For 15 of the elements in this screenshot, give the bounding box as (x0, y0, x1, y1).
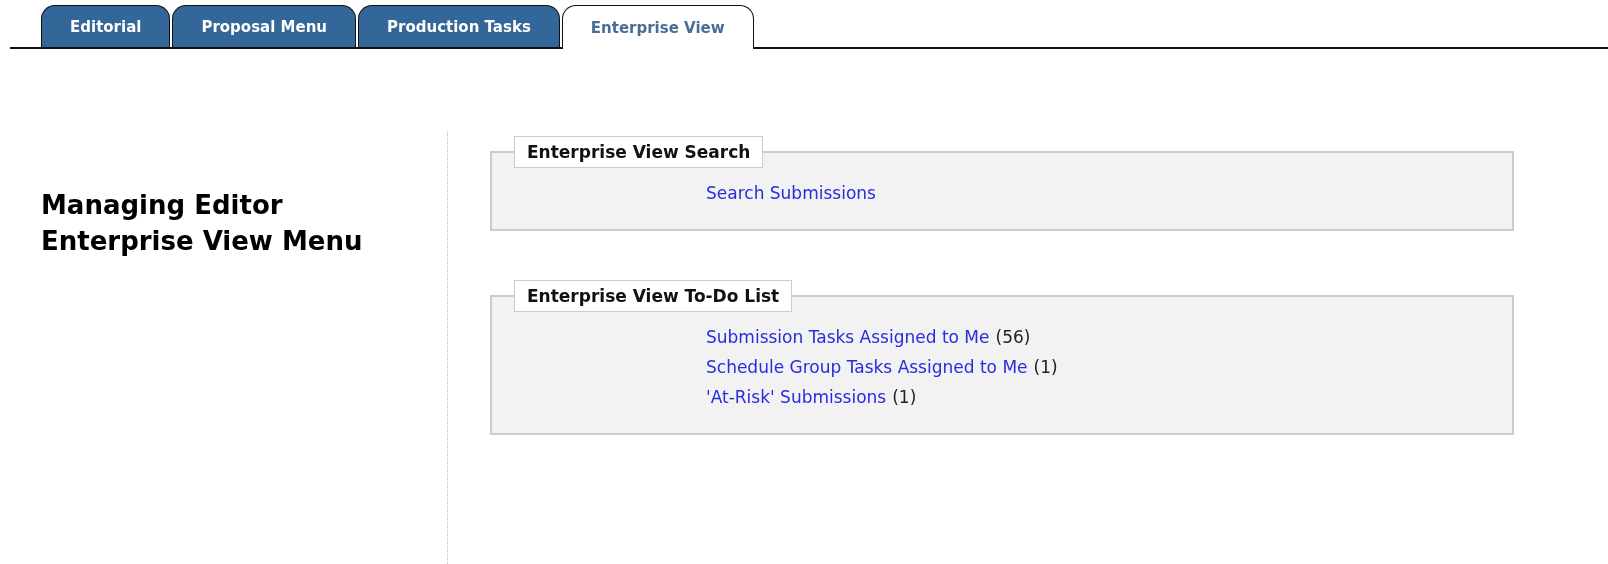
tab[interactable]: Editorial (41, 5, 171, 47)
menu-link[interactable]: Submission Tasks Assigned to Me (706, 327, 990, 347)
section-title: Enterprise View To-Do List (514, 280, 793, 312)
tab[interactable]: Enterprise View (561, 5, 754, 49)
task-count: (56) (995, 327, 1031, 347)
menu-title: Enterprise View Menu (41, 225, 364, 258)
menu-link[interactable]: 'At-Risk' Submissions (706, 387, 887, 407)
task-count: (1) (1033, 357, 1058, 377)
menu-link[interactable]: Schedule Group Tasks Assigned to Me (706, 357, 1028, 377)
menu-title: Managing Editor (41, 189, 284, 222)
task-count: (1) (892, 387, 917, 407)
tab[interactable]: Proposal Menu (172, 5, 357, 47)
menu-link[interactable]: Search Submissions (706, 183, 876, 203)
tab[interactable]: Production Tasks (358, 5, 560, 47)
section-title: Enterprise View Search (514, 136, 764, 168)
